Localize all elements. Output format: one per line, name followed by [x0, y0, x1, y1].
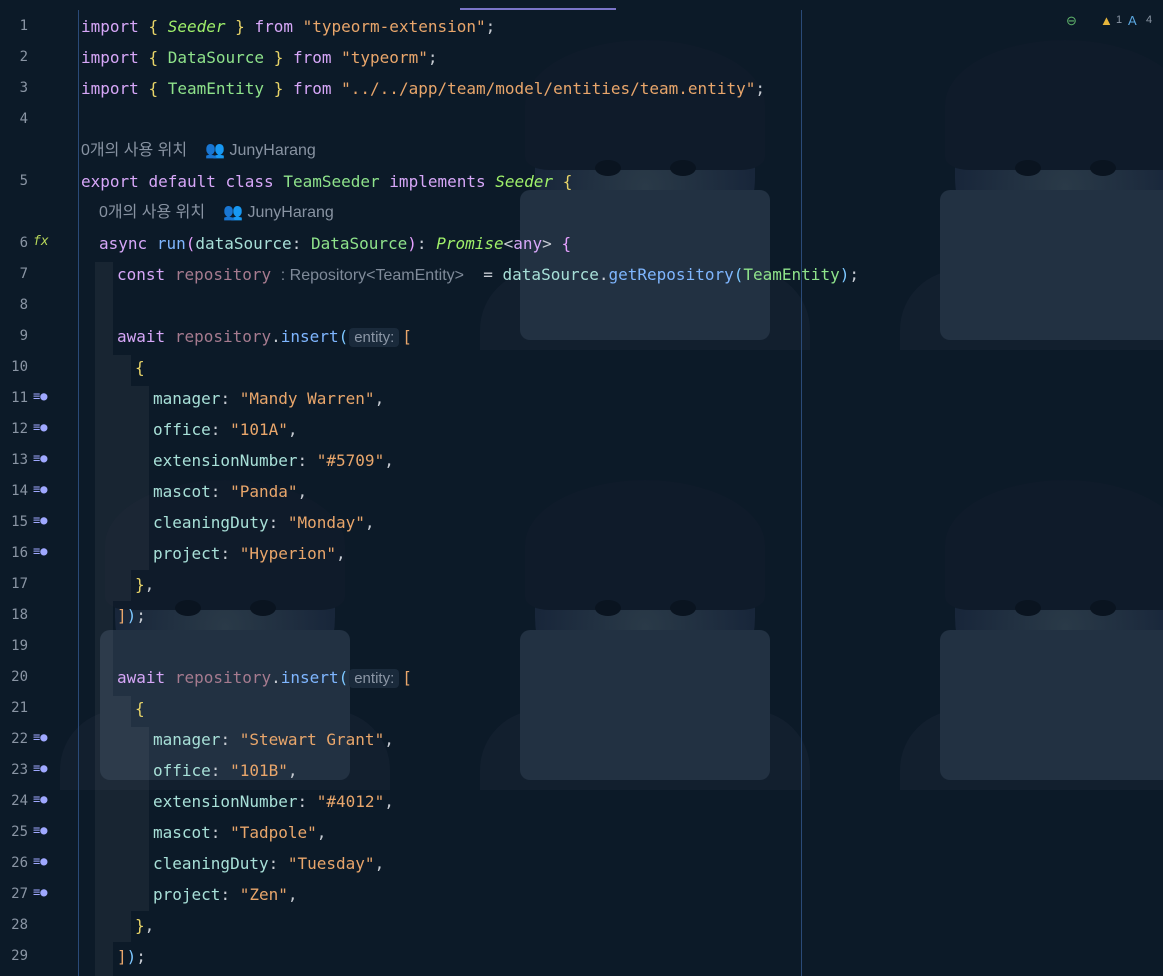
column-mapping-icon[interactable]: ≡● [33, 482, 49, 496]
column-mapping-icon[interactable]: ≡● [33, 885, 49, 899]
code-vision-hint[interactable]: 0개의 사용 위치 👥 JunyHarang [81, 135, 316, 166]
code-line: 6 fx async run(dataSource: DataSource): … [0, 228, 1163, 259]
code-line: 3 import { TeamEntity } from "../../app/… [0, 73, 1163, 104]
code-line: 13 ≡● extensionNumber: "#5709", [0, 445, 1163, 476]
line-number: 25 [11, 824, 28, 840]
active-tab-indicator [460, 8, 616, 10]
line-number: 14 [11, 483, 28, 499]
code-line: 28 }, [0, 910, 1163, 941]
code-line: 22 ≡● manager: "Stewart Grant", [0, 724, 1163, 755]
line-number: 4 [19, 111, 28, 127]
code-line: 5 export default class TeamSeeder implem… [0, 166, 1163, 197]
line-number: 10 [11, 359, 28, 375]
line-number: 17 [11, 576, 28, 592]
code-line: 15 ≡● cleaningDuty: "Monday", [0, 507, 1163, 538]
code-line: 4 [0, 104, 1163, 135]
line-number: 12 [11, 421, 28, 437]
line-number: 24 [11, 793, 28, 809]
column-mapping-icon[interactable]: ≡● [33, 389, 49, 403]
code-line: 21 { [0, 693, 1163, 724]
code-line: 12 ≡● office: "101A", [0, 414, 1163, 445]
line-number: 15 [11, 514, 28, 530]
author-name[interactable]: JunyHarang [247, 204, 333, 221]
code-line: 25 ≡● mascot: "Tadpole", [0, 817, 1163, 848]
line-number: 26 [11, 855, 28, 871]
code-line: 9 await repository.insert(entity:[ [0, 321, 1163, 352]
column-mapping-icon[interactable]: ≡● [33, 730, 49, 744]
implements-method-icon[interactable]: fx [33, 234, 49, 249]
line-number: 3 [19, 80, 28, 96]
line-number: 19 [11, 638, 28, 654]
line-number: 2 [19, 49, 28, 65]
code-line: 23 ≡● office: "101B", [0, 755, 1163, 786]
code-line: 11 ≡● manager: "Mandy Warren", [0, 383, 1163, 414]
line-number: 7 [19, 266, 28, 282]
line-number: 23 [11, 762, 28, 778]
code-line: 20 await repository.insert(entity:[ [0, 662, 1163, 693]
line-number: 8 [19, 297, 28, 313]
line-number: 11 [11, 390, 28, 406]
parameter-inlay-hint: entity: [349, 328, 400, 347]
column-mapping-icon[interactable]: ≡● [33, 761, 49, 775]
line-number: 29 [11, 948, 28, 964]
code-line: 14 ≡● mascot: "Panda", [0, 476, 1163, 507]
line-number: 28 [11, 917, 28, 933]
column-mapping-icon[interactable]: ≡● [33, 823, 49, 837]
users-icon: 👥 [205, 142, 226, 159]
line-number: 18 [11, 607, 28, 623]
column-mapping-icon[interactable]: ≡● [33, 854, 49, 868]
parameter-inlay-hint: entity: [349, 669, 400, 688]
column-mapping-icon[interactable]: ≡● [33, 451, 49, 465]
line-number: 1 [19, 18, 28, 34]
column-mapping-icon[interactable]: ≡● [33, 544, 49, 558]
code-line: 24 ≡● extensionNumber: "#4012", [0, 786, 1163, 817]
code-line: 2 import { DataSource } from "typeorm"; [0, 42, 1163, 73]
code-line: 26 ≡● cleaningDuty: "Tuesday", [0, 848, 1163, 879]
code-line: 27 ≡● project: "Zen", [0, 879, 1163, 910]
line-number: 20 [11, 669, 28, 685]
code-line: 19 [0, 631, 1163, 662]
code-line: 17 }, [0, 569, 1163, 600]
line-number: 27 [11, 886, 28, 902]
code-line: 16 ≡● project: "Hyperion", [0, 538, 1163, 569]
line-number: 9 [19, 328, 28, 344]
line-number: 22 [11, 731, 28, 747]
code-vision-hint[interactable]: 0개의 사용 위치 👥 JunyHarang [99, 197, 334, 228]
author-name[interactable]: JunyHarang [229, 142, 315, 159]
line-number: 6 [19, 235, 28, 251]
code-editor[interactable]: ⊖ ▲ 1 A 4 1 import { Seeder } from "type… [0, 0, 1163, 976]
usage-count[interactable]: 0개의 사용 위치 [81, 142, 187, 159]
column-mapping-icon[interactable]: ≡● [33, 513, 49, 527]
users-icon: 👥 [223, 204, 244, 221]
line-number: 21 [11, 700, 28, 716]
code-line: 7 const repository : Repository<TeamEnti… [0, 259, 1163, 290]
usage-count[interactable]: 0개의 사용 위치 [99, 204, 205, 221]
code-line: 1 import { Seeder } from "typeorm-extens… [0, 11, 1163, 42]
column-mapping-icon[interactable]: ≡● [33, 420, 49, 434]
line-number: 13 [11, 452, 28, 468]
column-mapping-icon[interactable]: ≡● [33, 792, 49, 806]
code-line: 18 ]); [0, 600, 1163, 631]
type-inlay-hint: : Repository<TeamEntity> [280, 267, 464, 284]
line-number: 16 [11, 545, 28, 561]
code-line: 8 [0, 290, 1163, 321]
code-line: 10 { [0, 352, 1163, 383]
code-line: 29 ]); [0, 941, 1163, 972]
line-number: 5 [19, 173, 28, 189]
